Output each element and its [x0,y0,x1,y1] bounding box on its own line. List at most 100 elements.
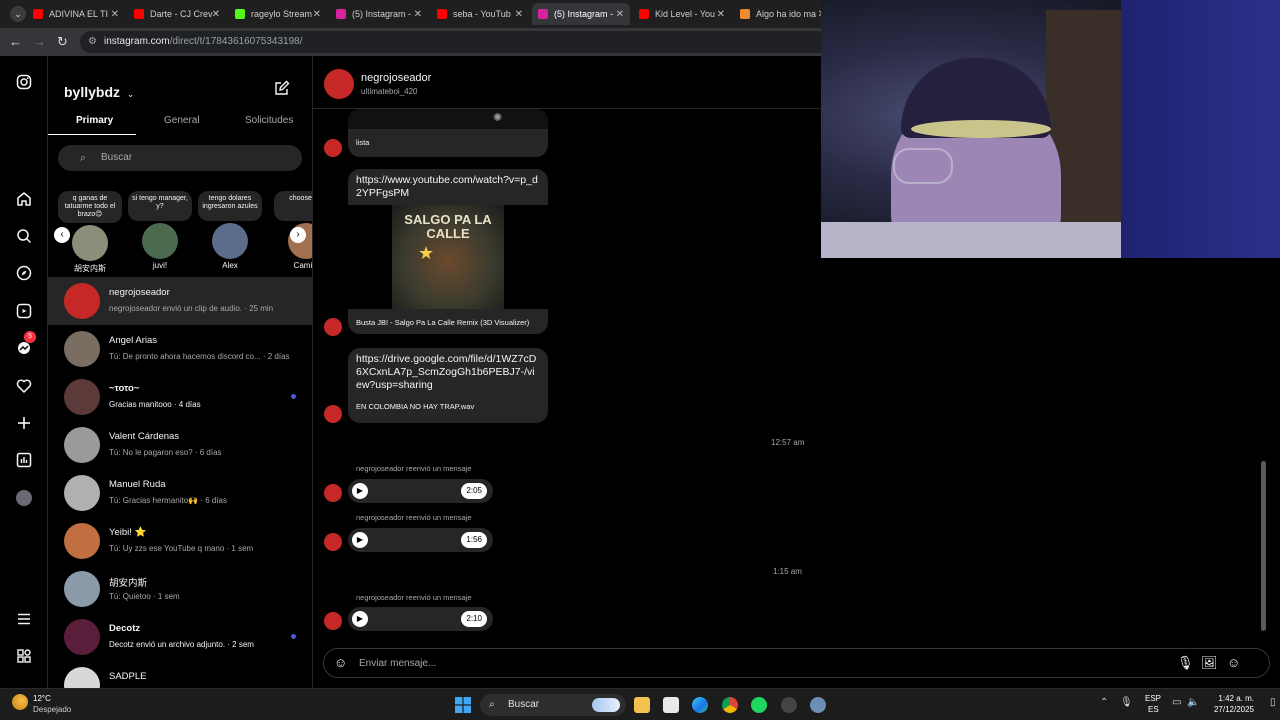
conversation-row[interactable]: Valent Cárdenas Tú: No le pagaron eso? · … [48,421,312,469]
play-icon[interactable]: ▶ [352,532,368,548]
home-icon[interactable] [14,189,34,209]
conversation-preview: Gracias manitooo · 4 días [109,400,201,409]
reload-icon[interactable]: ↻ [57,34,68,50]
discord-app-icon[interactable] [781,697,797,713]
messages-icon[interactable]: 5 [14,331,36,358]
conversation-row[interactable]: negrojoseador negrojoseador envió un clip… [48,277,312,325]
tray-mic-icon[interactable]: 🎙 [1120,697,1133,708]
explore-icon[interactable] [14,263,34,283]
volume-icon[interactable]: 🔈 [1187,697,1199,708]
thread-avatar[interactable] [324,69,354,99]
url-path: /direct/t/17843616075343198/ [169,36,303,47]
url-host: instagram.com [104,36,170,47]
message-link-card-drive[interactable]: https://drive.google.com/file/d/1WZ7cD6X… [348,348,548,423]
browser-tab[interactable]: Kid Level - You ✕ [633,3,731,25]
thread-name[interactable]: negrojoseador [361,72,431,84]
edge-icon[interactable] [692,697,708,713]
carousel-next-icon[interactable]: › [290,227,306,243]
browser-tab[interactable]: seba - YouTub ✕ [431,3,529,25]
browser-tab[interactable]: ADIVINA EL TI ✕ [27,3,125,25]
video-thumbnail[interactable]: SALGO PA LA CALLE ★ [348,205,548,309]
conversation-row[interactable]: 胡安内斯 Tú: Quietoo · 1 sem [48,565,312,613]
conversation-row[interactable]: Angel Arias Tú: De pronto ahora hacemos d… [48,325,312,373]
spotify-icon[interactable] [751,697,767,713]
tab-general[interactable]: General [164,115,200,126]
tab-close-icon[interactable]: ✕ [212,9,220,20]
network-icon[interactable]: ▭ [1172,697,1181,708]
lang-top[interactable]: ESP [1145,694,1161,703]
image-icon[interactable]: 🖼 [1201,655,1218,671]
conversation-row[interactable]: ~τοτο~ Gracias manitooo · 4 días [48,373,312,421]
message-link-card-youtube[interactable]: https://www.youtube.com/watch?v=p_d2YPFg… [348,169,548,334]
reels-icon[interactable] [14,301,34,321]
conversation-row[interactable]: Manuel Ruda Tú: Gracias hermanito🙌 · 6 dí… [48,469,312,517]
browser-tab[interactable]: (5) Instagram - ✕ [532,3,630,25]
profile-avatar[interactable] [14,488,34,508]
forward-arrow-icon[interactable]: → [33,34,46,49]
forwarded-label: negrojoseador reenvió un mensaje [356,513,472,522]
file-explorer-icon[interactable] [634,697,650,713]
message-link[interactable]: https://www.youtube.com/watch?v=p_d2YPFg… [348,169,548,200]
avatar [64,667,100,688]
tray-chevron-up-icon[interactable]: ⌃ [1100,697,1108,708]
message-image-card[interactable]: ✺ lista [348,109,548,157]
weather-icon[interactable] [12,694,28,710]
browser-tab[interactable]: rageylo Stream ✕ [229,3,327,25]
browser-tab[interactable]: Darte - CJ Crev ✕ [128,3,226,25]
note-item[interactable]: tengo dolares ingresaron azules Alex [198,191,262,270]
search-input[interactable]: ⌕ Buscar [58,145,302,171]
tab-close-icon[interactable]: ✕ [515,9,523,20]
tab-close-icon[interactable]: ✕ [414,9,422,20]
tab-close-icon[interactable]: ✕ [616,9,624,20]
message-input[interactable]: Enviar mensaje... [359,658,436,669]
tab-close-icon[interactable]: ✕ [111,9,119,20]
tab-requests[interactable]: Solicitudes [245,115,293,126]
conversation-row[interactable]: SADPLEGracias mi rey un abrazo 💖 · 5 sem [48,661,312,688]
emoji-icon[interactable]: ☺ [334,655,347,670]
browser-tab[interactable]: (5) Instagram - ✕ [330,3,428,25]
compose-icon[interactable] [274,80,290,101]
tab-close-icon[interactable]: ✕ [717,9,725,20]
notification-bell-icon[interactable]: ▯ [1270,697,1276,708]
carousel-prev-icon[interactable]: ‹ [54,227,70,243]
store-icon[interactable] [663,697,679,713]
message-composer[interactable]: ☺ Enviar mensaje... 🎙 🖼 ☺ [323,648,1270,678]
conversation-name: Valent Cárdenas [109,431,180,442]
conversation-row[interactable]: Yeibi! ⭐ Tú: Uy zzs ese YouTube q mano · … [48,517,312,565]
play-icon[interactable]: ▶ [352,483,368,499]
skull-art-icon: ✺ [493,112,503,124]
tab-primary[interactable]: Primary [76,115,113,126]
clock-time[interactable]: 1:42 a. m. [1210,694,1254,703]
note-item[interactable]: si tengo manager, y? juvi! [128,191,192,270]
audio-duration: 2:10 [461,611,487,627]
sticker-icon[interactable]: ☺ [1227,655,1240,670]
tab-favicon-icon [134,9,144,19]
weather-temp[interactable]: 12°C [33,694,51,703]
instagram-logo-icon[interactable] [14,72,34,92]
browser-tab[interactable]: Algo ha ido ma✕ [734,3,832,25]
search-icon[interactable] [14,226,34,246]
taskbar-search[interactable]: ⌕ Buscar [480,694,626,716]
search-icon: ⌕ [489,699,495,710]
sender-avatar [324,533,342,551]
play-icon[interactable]: ▶ [352,611,368,627]
conversation-preview: Tú: Uy zzs ese YouTube q mano · 1 sem [109,544,254,553]
windows-start-icon[interactable] [455,697,471,713]
create-plus-icon[interactable] [14,413,34,433]
dashboard-icon[interactable] [14,450,34,470]
chrome-icon[interactable] [722,697,738,713]
site-info-icon[interactable]: ⚙ [88,31,97,53]
heart-icon[interactable] [14,376,34,396]
threads-apps-icon[interactable] [14,646,34,666]
microphone-icon[interactable]: 🎙 [1177,655,1194,671]
message-link[interactable]: https://drive.google.com/file/d/1WZ7cD6X… [348,348,548,392]
account-switcher[interactable]: byllybdz ⌄ [64,84,134,100]
back-arrow-icon[interactable]: ← [9,34,22,49]
menu-icon[interactable] [14,609,34,629]
settings-app-icon[interactable] [810,697,826,713]
conversation-row[interactable]: Decotz Decotz envió un archivo adjunto. ·… [48,613,312,661]
lang-bottom: ES [1148,705,1159,714]
tab-close-icon[interactable]: ✕ [313,9,321,20]
thread-scrollbar[interactable] [1261,461,1266,631]
tab-search-chevron-icon[interactable]: ⌄ [10,6,26,22]
